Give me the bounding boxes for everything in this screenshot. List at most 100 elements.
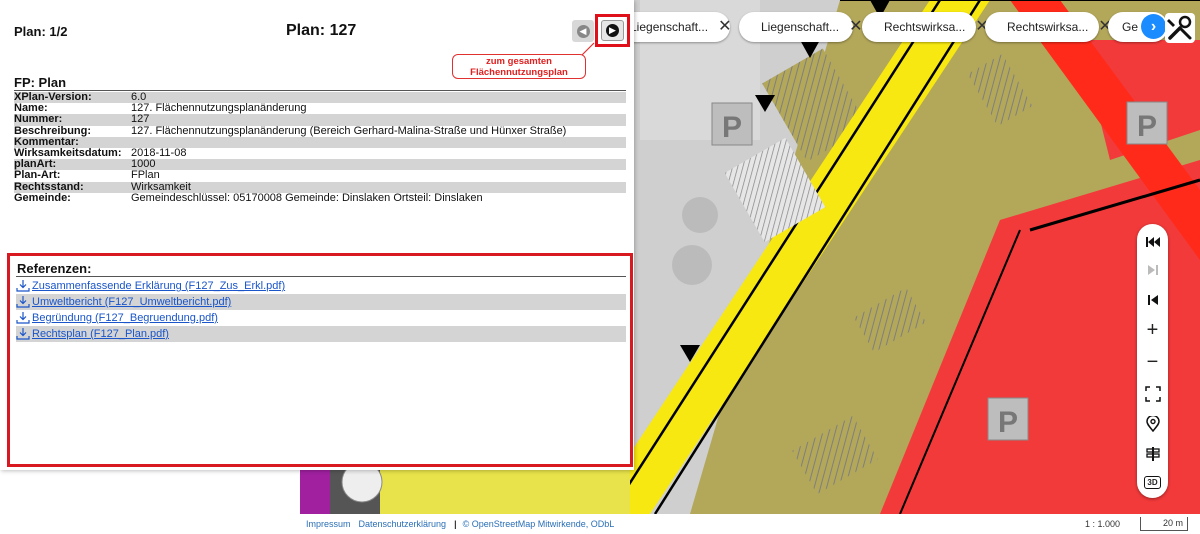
property-key: Gemeinde: [14, 191, 71, 204]
callout-line: zum gesamten [486, 56, 552, 67]
property-value: 127 [131, 114, 150, 126]
property-row: planArt: 1000 [14, 158, 626, 171]
previous-view-button[interactable] [1137, 288, 1168, 312]
parking-icon: P [987, 397, 1029, 441]
locate-button[interactable] [1137, 412, 1168, 436]
info-panel: Plan: 1/2 Plan: 127 ◀ ▶ zum gesamten Flä… [0, 0, 634, 470]
arrow-left-icon: ◀ [576, 24, 590, 38]
reference-item: Rechtsplan (F127_Plan.pdf) [16, 326, 626, 342]
zoom-out-button[interactable]: − [1137, 350, 1168, 374]
layer-chip[interactable]: Rechtswirksa... ✕ [985, 12, 1112, 42]
property-table: XPlan-Version: 6.0 Name: 127. Flächennutzun… [14, 91, 626, 204]
close-icon[interactable]: ✕ [849, 19, 862, 35]
plan-count: Plan: 1/2 [14, 24, 68, 39]
property-row: Wirksamkeitsdatum: 2018-11-08 [14, 147, 626, 159]
scale-bar: 20 m [1140, 517, 1188, 531]
svg-text:P: P [1137, 110, 1157, 143]
property-value: Wirksamkeit [131, 181, 191, 193]
layer-chip-label: Liegenschaft... [630, 20, 709, 34]
3d-label: 3D [1144, 475, 1161, 489]
reference-link[interactable]: Umweltbericht (F127_Umweltbericht.pdf) [32, 296, 231, 308]
parking-icon: P [1126, 101, 1168, 145]
section-title: FP: Plan [14, 75, 67, 90]
chip-scroll-right-button[interactable]: › [1141, 14, 1166, 39]
skip-back-icon [1145, 237, 1160, 247]
location-pin-icon [1145, 416, 1160, 432]
section-divider [14, 90, 626, 91]
property-value: 127. Flächennutzungsplanänderung (Bereic… [131, 125, 567, 137]
reference-item: Zusammenfassende Erklärung (F127_Zus_Erk… [16, 278, 626, 294]
property-value: Gemeindeschlüssel: 05170008 Gemeinde: Di… [131, 192, 483, 204]
callout-note: zum gesamten Flächennutzungsplan [452, 54, 586, 79]
map-control-bar: + − 3D [1137, 224, 1168, 498]
property-key: Nummer: [14, 113, 63, 126]
datenschutz-link[interactable]: Datenschutzerklärung [359, 519, 447, 529]
svg-text:P: P [998, 406, 1018, 439]
fullscreen-button[interactable] [1137, 382, 1168, 406]
impressum-link[interactable]: Impressum [306, 519, 351, 529]
reference-item: Umweltbericht (F127_Umweltbericht.pdf) [16, 294, 626, 310]
osm-attribution-link[interactable]: © OpenStreetMap Mitwirkende, ODbL [463, 519, 615, 529]
close-icon[interactable]: ✕ [718, 19, 731, 35]
step-back-icon [1147, 295, 1158, 305]
layer-chip-label: Liegenschaft... [761, 20, 840, 34]
download-icon[interactable] [16, 328, 30, 340]
property-row: Gemeinde: Gemeindeschlüssel: 05170008 Gem… [14, 191, 626, 204]
layer-chip[interactable]: Liegenschaft... ✕ [739, 12, 862, 42]
layer-chip-label: Rechtswirksa... [884, 20, 966, 34]
property-value [131, 137, 626, 148]
download-icon[interactable] [16, 296, 30, 308]
property-row: XPlan-Version: 6.0 [14, 91, 626, 104]
zoom-in-button[interactable]: + [1137, 318, 1168, 342]
property-row: Beschreibung: 127. Flächennutzungsplanänd… [14, 125, 626, 137]
expand-icon [1144, 386, 1161, 402]
reference-list: Zusammenfassende Erklärung (F127_Zus_Erk… [16, 278, 626, 342]
reference-link[interactable]: Begründung (F127_Begruendung.pdf) [32, 312, 218, 324]
signpost-icon [1145, 447, 1160, 461]
scale-text[interactable]: 1 : 1.000 [1085, 519, 1120, 529]
property-value: 127. Flächennutzungsplanänderung [131, 103, 307, 115]
layer-chip[interactable]: Rechtswirksa... ✕ [862, 12, 989, 42]
reference-item: Begründung (F127_Begruendung.pdf) [16, 310, 626, 326]
property-row: Name: 127. Flächennutzungsplanänderung [14, 102, 626, 115]
arrow-right-icon: ▶ [606, 24, 619, 37]
parking-icon: P [711, 102, 753, 146]
layer-chip-label: Ge [1122, 20, 1139, 34]
callout-line: Flächennutzungsplan [470, 67, 568, 78]
download-icon[interactable] [16, 312, 30, 324]
property-value: 1000 [131, 159, 156, 171]
previous-plan-button[interactable]: ◀ [572, 20, 594, 42]
map-footer: Impressum Datenschutzerklärung | © OpenS… [300, 514, 1200, 534]
layer-chip-bar: Liegenschaft... ✕ Liegenschaft... ✕ Rech… [608, 12, 1168, 42]
reference-link[interactable]: Rechtsplan (F127_Plan.pdf) [32, 328, 169, 340]
measure-button[interactable] [1137, 442, 1168, 466]
reference-link[interactable]: Zusammenfassende Erklärung (F127_Zus_Erk… [32, 280, 285, 292]
property-value: FPlan [131, 170, 160, 182]
tools-icon [1167, 15, 1192, 40]
footer-separator: | [454, 519, 457, 529]
next-view-button[interactable] [1137, 258, 1168, 282]
next-plan-button[interactable]: ▶ [601, 20, 624, 41]
step-forward-icon [1147, 265, 1158, 275]
download-icon[interactable] [16, 280, 30, 292]
next-plan-highlight: ▶ [595, 14, 630, 47]
references-title: Referenzen: [17, 261, 92, 276]
property-row: Rechtsstand: Wirksamkeit [14, 180, 626, 193]
chevron-right-icon: › [1150, 17, 1157, 35]
property-key: Plan-Art: [14, 169, 61, 182]
3d-toggle-button[interactable]: 3D [1137, 470, 1168, 494]
property-value: 2018-11-08 [131, 147, 187, 159]
plan-title: Plan: 127 [286, 22, 357, 39]
references-highlight: Referenzen: Zusammenfassende Erklärung (… [7, 253, 633, 467]
property-key: Rechtsstand: [14, 180, 84, 193]
property-row: Nummer: 127 [14, 113, 626, 126]
first-view-button[interactable] [1137, 230, 1168, 254]
minus-icon: − [1146, 350, 1159, 373]
tools-button[interactable] [1165, 13, 1195, 43]
svg-text:P: P [722, 111, 742, 144]
references-divider [16, 276, 626, 277]
layer-chip-label: Rechtswirksa... [1007, 20, 1089, 34]
plus-icon: + [1146, 318, 1159, 341]
property-value: 6.0 [131, 92, 147, 103]
property-row: Plan-Art: FPlan [14, 170, 626, 181]
